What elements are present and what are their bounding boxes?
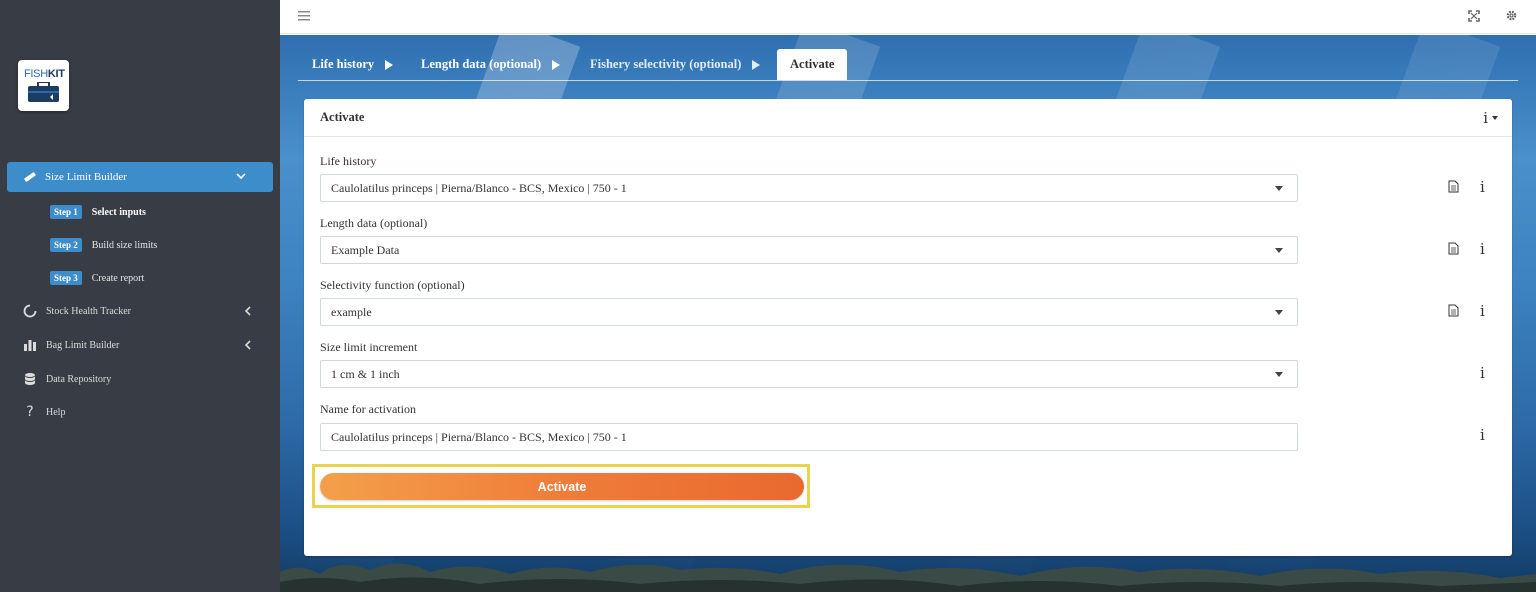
fishkit-logo[interactable]: FISHKIT bbox=[18, 60, 69, 111]
caret-down-icon bbox=[1492, 116, 1498, 120]
play-arrow-icon bbox=[385, 59, 394, 70]
select-value: Example Data bbox=[331, 242, 400, 257]
length-data-select[interactable]: Example Data bbox=[320, 236, 1298, 264]
sidebar-item-bag-limit-builder[interactable]: Bag Limit Builder bbox=[22, 335, 262, 355]
sidebar-item-label: Stock Health Tracker bbox=[46, 305, 131, 317]
sidebar-item-size-limit-builder[interactable]: Size Limit Builder bbox=[7, 162, 273, 192]
chevron-left-icon bbox=[244, 306, 251, 316]
length-data-label: Length data (optional) bbox=[320, 216, 428, 230]
tab-label: Length data (optional) bbox=[421, 57, 542, 71]
step-label: Select inputs bbox=[91, 206, 146, 218]
select-value: example bbox=[331, 304, 372, 319]
sidebar-item-label: Data Repository bbox=[46, 373, 112, 385]
info-icon[interactable]: i bbox=[1480, 426, 1485, 444]
circle-notch-icon bbox=[23, 304, 37, 318]
info-icon[interactable]: i bbox=[1480, 364, 1485, 382]
sidebar-step-select-inputs[interactable]: Step 1 Select inputs bbox=[50, 204, 146, 220]
input-value: Caulolatilus princeps | Pierna/Blanco - … bbox=[331, 429, 627, 444]
sidebar-step-build-size-limits[interactable]: Step 2 Build size limits bbox=[50, 237, 157, 253]
card-info-dropdown[interactable]: i bbox=[1483, 109, 1498, 127]
play-arrow-icon bbox=[752, 59, 761, 70]
document-icon[interactable] bbox=[1448, 242, 1459, 255]
tab-activate[interactable]: Activate bbox=[777, 49, 848, 80]
step-badge: Step 3 bbox=[50, 271, 82, 285]
name-for-activation-input[interactable]: Caulolatilus princeps | Pierna/Blanco - … bbox=[320, 423, 1298, 451]
info-icon[interactable]: i bbox=[1480, 240, 1485, 258]
caret-down-icon bbox=[1275, 372, 1283, 377]
caret-down-icon bbox=[1275, 248, 1283, 253]
bar-chart-icon bbox=[24, 340, 36, 351]
sidebar-item-label: Size Limit Builder bbox=[45, 171, 127, 183]
name-for-activation-label: Name for activation bbox=[320, 402, 416, 416]
question-icon: ? bbox=[26, 404, 34, 420]
tab-label: Life history bbox=[312, 57, 375, 71]
coral-reef-image bbox=[280, 563, 1536, 592]
database-icon bbox=[25, 373, 35, 385]
sidebar-item-data-repository[interactable]: Data Repository bbox=[22, 369, 262, 389]
document-icon[interactable] bbox=[1448, 304, 1459, 317]
selectivity-function-select[interactable]: example bbox=[320, 298, 1298, 326]
info-icon[interactable]: i bbox=[1480, 178, 1485, 196]
size-limit-increment-label: Size limit increment bbox=[320, 340, 418, 354]
life-history-select[interactable]: Caulolatilus princeps | Pierna/Blanco - … bbox=[320, 174, 1298, 202]
sidebar-step-create-report[interactable]: Step 3 Create report bbox=[50, 270, 144, 286]
tab-life-history[interactable]: Life history bbox=[312, 49, 394, 80]
step-label: Build size limits bbox=[91, 239, 158, 251]
tab-length-data[interactable]: Length data (optional) bbox=[421, 49, 561, 80]
sidebar-item-help[interactable]: ? Help bbox=[22, 402, 262, 422]
tab-fishery-selectivity[interactable]: Fishery selectivity (optional) bbox=[590, 49, 761, 80]
step-badge: Step 1 bbox=[50, 205, 82, 219]
sidebar-item-label: Help bbox=[46, 406, 66, 418]
select-value: 1 cm & 1 inch bbox=[331, 366, 400, 381]
sidebar-item-stock-health-tracker[interactable]: Stock Health Tracker bbox=[22, 301, 262, 321]
ruler-icon bbox=[24, 172, 36, 182]
fullscreen-icon[interactable] bbox=[1468, 10, 1480, 22]
step-badge: Step 2 bbox=[50, 238, 82, 252]
select-value: Caulolatilus princeps | Pierna/Blanco - … bbox=[331, 180, 627, 195]
info-icon: i bbox=[1483, 109, 1488, 127]
play-arrow-icon bbox=[552, 59, 561, 70]
chevron-left-icon bbox=[244, 340, 251, 350]
size-limit-increment-select[interactable]: 1 cm & 1 inch bbox=[320, 360, 1298, 388]
life-history-label: Life history bbox=[320, 154, 377, 168]
gear-icon[interactable] bbox=[1505, 9, 1518, 22]
activate-button[interactable]: Activate bbox=[320, 473, 804, 500]
chevron-down-icon bbox=[236, 173, 246, 180]
sidebar: FISHKIT Size Limit Builder Step 1 Select… bbox=[0, 0, 280, 592]
step-label: Create report bbox=[91, 272, 145, 284]
tabs-underline bbox=[298, 80, 1518, 81]
selectivity-function-label: Selectivity function (optional) bbox=[320, 278, 465, 292]
tab-label: Activate bbox=[790, 57, 835, 71]
card-title: Activate bbox=[320, 110, 365, 124]
document-icon[interactable] bbox=[1448, 180, 1459, 193]
info-icon[interactable]: i bbox=[1480, 302, 1485, 320]
tackle-box-icon bbox=[28, 82, 59, 102]
sidebar-item-label: Bag Limit Builder bbox=[46, 339, 120, 351]
hamburger-menu-icon[interactable] bbox=[298, 11, 310, 21]
card-header: Activate i bbox=[304, 99, 1512, 137]
logo-text: FISHKIT bbox=[24, 68, 65, 80]
activate-card: Activate i Life history Caulolatilus pri… bbox=[304, 99, 1512, 556]
caret-down-icon bbox=[1275, 310, 1283, 315]
top-navbar bbox=[280, 0, 1536, 34]
tab-label: Fishery selectivity (optional) bbox=[590, 57, 742, 71]
caret-down-icon bbox=[1275, 186, 1283, 191]
